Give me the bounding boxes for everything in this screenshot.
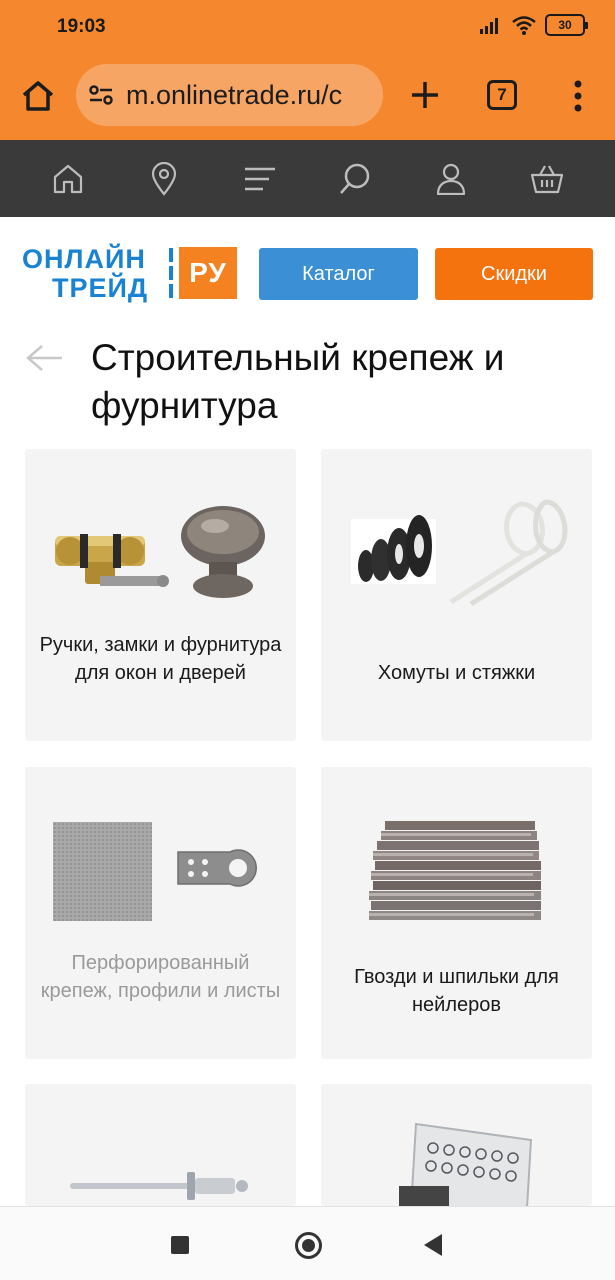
site-home-button[interactable] [50, 161, 86, 197]
status-icons: 30 [479, 14, 588, 36]
search-button[interactable] [337, 161, 373, 197]
category-label: Ручки, замки и фурнитура для окон и двер… [39, 634, 282, 684]
back-button[interactable] [424, 1234, 442, 1256]
basket-icon [530, 164, 564, 193]
site-settings-icon[interactable] [88, 83, 114, 107]
perforated-plate-image [53, 822, 257, 921]
logo-ru: РУ [179, 247, 237, 299]
logo-line2: ТРЕЙД [52, 273, 149, 303]
recents-button[interactable] [171, 1236, 189, 1254]
battery-icon: 30 [545, 14, 588, 36]
user-icon [437, 163, 466, 195]
lock-cylinder-and-knob-image [55, 506, 265, 598]
category-label: Перфорированный крепеж, профили и листы [40, 952, 281, 1002]
home-button[interactable] [295, 1232, 322, 1259]
signal-icon [480, 18, 498, 34]
site-logo[interactable]: ОНЛАЙН ТРЕЙД РУ [22, 245, 237, 307]
category-card[interactable]: Гвозди и шпильки для нейлеров [321, 767, 592, 1059]
sale-button[interactable]: Скидки [435, 248, 593, 300]
home-icon [22, 81, 54, 111]
location-button[interactable] [146, 161, 182, 197]
category-label: Гвозди и шпильки для нейлеров [354, 966, 559, 1016]
category-card[interactable]: Перфорированный крепеж, профили и листы [25, 767, 296, 1059]
category-card[interactable] [321, 1084, 592, 1206]
system-nav-bar [0, 1206, 615, 1280]
tab-switcher-button[interactable]: 7 [487, 80, 517, 110]
wifi-icon [512, 16, 536, 35]
page-title: Строительный крепеж и фурнитура [91, 337, 505, 426]
menu-button[interactable] [242, 161, 278, 197]
status-bar: 19:03 30 [0, 0, 615, 56]
back-arrow-icon[interactable] [22, 340, 64, 376]
search-icon [340, 163, 370, 194]
account-button[interactable] [433, 161, 469, 197]
logo-separator [169, 248, 173, 300]
cart-button[interactable] [529, 161, 565, 197]
browser-toolbar: m.onlinetrade.ru/c 7 [0, 56, 615, 140]
address-bar[interactable]: m.onlinetrade.ru/c [76, 64, 383, 126]
nail-strips-image [369, 821, 541, 920]
category-card[interactable]: Хомуты и стяжки [321, 449, 592, 741]
status-time: 19:03 [57, 16, 106, 37]
new-tab-button[interactable] [406, 76, 444, 114]
browser-home-button[interactable] [18, 76, 58, 116]
cable-ties-image [351, 499, 568, 607]
home-icon [53, 164, 83, 193]
page-header: ОНЛАЙН ТРЕЙД РУ Каталог Скидки [0, 217, 615, 327]
hamburger-menu-icon [244, 167, 275, 190]
catalog-button[interactable]: Каталог [259, 248, 418, 300]
logo-line1: ОНЛАЙН [22, 244, 146, 274]
url-text: m.onlinetrade.ru/c [126, 80, 343, 110]
location-pin-icon [151, 161, 176, 196]
rivet-image [70, 1172, 248, 1200]
category-label: Хомуты и стяжки [377, 662, 536, 684]
fastener-kit-image [399, 1122, 533, 1206]
site-nav-bar [0, 140, 615, 217]
browser-menu-icon[interactable] [566, 78, 590, 114]
category-card[interactable] [25, 1084, 296, 1206]
logo-text: ОНЛАЙН ТРЕЙД [22, 245, 148, 303]
category-card[interactable]: Ручки, замки и фурнитура для окон и двер… [25, 449, 296, 741]
